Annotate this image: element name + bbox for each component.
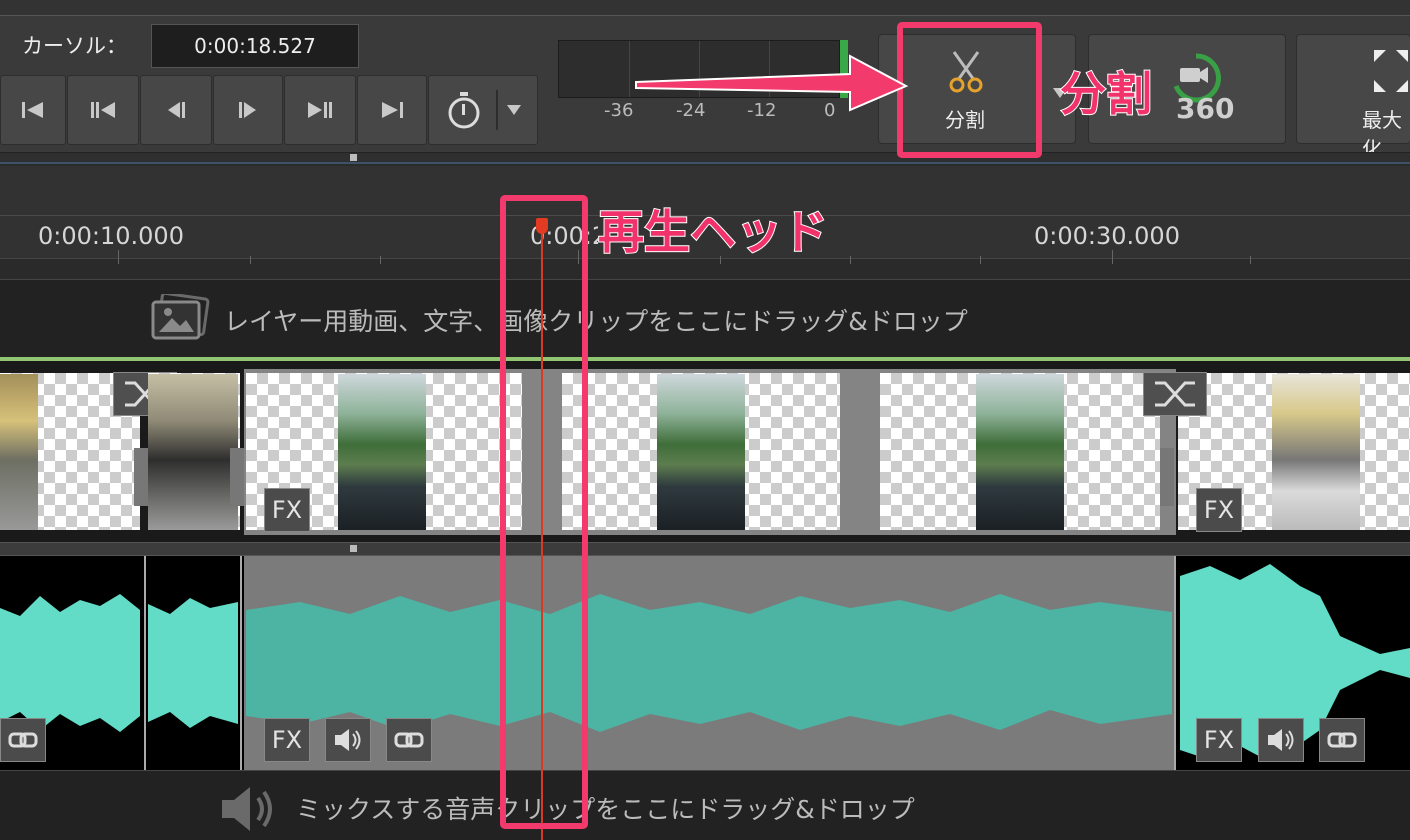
audio-fx-button[interactable]: FX [1196, 718, 1242, 762]
clip-trim-handle[interactable] [230, 448, 244, 506]
resize-handle[interactable] [350, 545, 357, 552]
link-button[interactable] [0, 718, 46, 762]
ruler-tick [1112, 250, 1113, 264]
split-highlight-box [897, 22, 1042, 158]
speaker-icon [220, 784, 284, 838]
meter-label: -36 [604, 100, 634, 121]
previous-clip-button[interactable] [67, 75, 139, 145]
skip-start-icon [22, 102, 43, 118]
go-to-start-button[interactable] [0, 75, 66, 145]
clip-thumbnail [976, 374, 1064, 530]
previous-clip-icon [91, 102, 115, 118]
fx-button[interactable]: FX [264, 488, 310, 532]
mix-drop-text: ミックスする音声クリップをここにドラッグ&ドロップ [296, 795, 915, 824]
layer-drop-text: レイヤー用動画、文字、画像クリップをここにドラッグ&ドロップ [224, 307, 968, 336]
ruler-label: 0:00:30.000 [1034, 222, 1180, 250]
link-icon [1327, 732, 1357, 748]
link-button[interactable] [1319, 718, 1365, 762]
clip-thumbnail [1272, 374, 1360, 530]
ruler-tick [850, 256, 851, 264]
clip-thumbnail [657, 374, 745, 530]
timer-button[interactable] [428, 75, 538, 145]
ruler-label: 0:00:10.000 [38, 222, 184, 250]
cursor-time-field[interactable]: 0:00:18.527 [151, 24, 359, 68]
ruler-tick [118, 250, 119, 264]
ruler-tick [380, 256, 381, 264]
toolbar-divider [0, 152, 1410, 164]
link-icon [394, 732, 424, 748]
next-frame-button[interactable] [213, 75, 283, 145]
fx-button[interactable]: FX [1196, 488, 1242, 532]
clip-thumbnail [338, 374, 426, 530]
chevron-down-icon [507, 105, 521, 115]
clip-thumbnail [0, 374, 38, 530]
next-clip-button[interactable] [284, 75, 356, 145]
speaker-icon [335, 729, 361, 751]
ruler-tick [1250, 256, 1251, 264]
transition-icon [1155, 381, 1195, 407]
arrow-icon [635, 54, 909, 112]
clip-trim-handle[interactable] [1160, 448, 1174, 506]
cursor-label: カーソル： [22, 34, 127, 58]
audio-fx-button[interactable]: FX [264, 718, 310, 762]
resize-handle[interactable] [350, 154, 357, 161]
track-divider [0, 542, 1410, 556]
go-to-end-button[interactable] [357, 75, 427, 145]
speaker-icon [1268, 729, 1294, 751]
ruler-tick [980, 256, 981, 264]
playhead-annotation: 再生ヘッド [597, 204, 829, 260]
next-frame-icon [239, 102, 256, 118]
clip-trim-handle[interactable] [134, 448, 148, 506]
previous-frame-button[interactable] [140, 75, 212, 145]
skip-end-icon [382, 102, 403, 118]
top-strip [0, 0, 1410, 16]
badge-360: 360 [1176, 92, 1235, 125]
link-icon [8, 732, 38, 748]
link-button[interactable] [386, 718, 432, 762]
volume-button[interactable] [325, 718, 371, 762]
split-annotation: 分割 [1059, 66, 1153, 122]
transition-button[interactable] [1143, 372, 1207, 416]
next-clip-icon [308, 102, 332, 118]
ruler-tick [250, 256, 251, 264]
stopwatch-icon [448, 92, 480, 129]
image-icon [150, 291, 210, 346]
fullscreen-icon [1372, 48, 1410, 98]
volume-button[interactable] [1258, 718, 1304, 762]
clip-thumbnail [148, 374, 238, 530]
playhead-highlight-box [500, 195, 588, 829]
previous-frame-icon [168, 102, 185, 118]
